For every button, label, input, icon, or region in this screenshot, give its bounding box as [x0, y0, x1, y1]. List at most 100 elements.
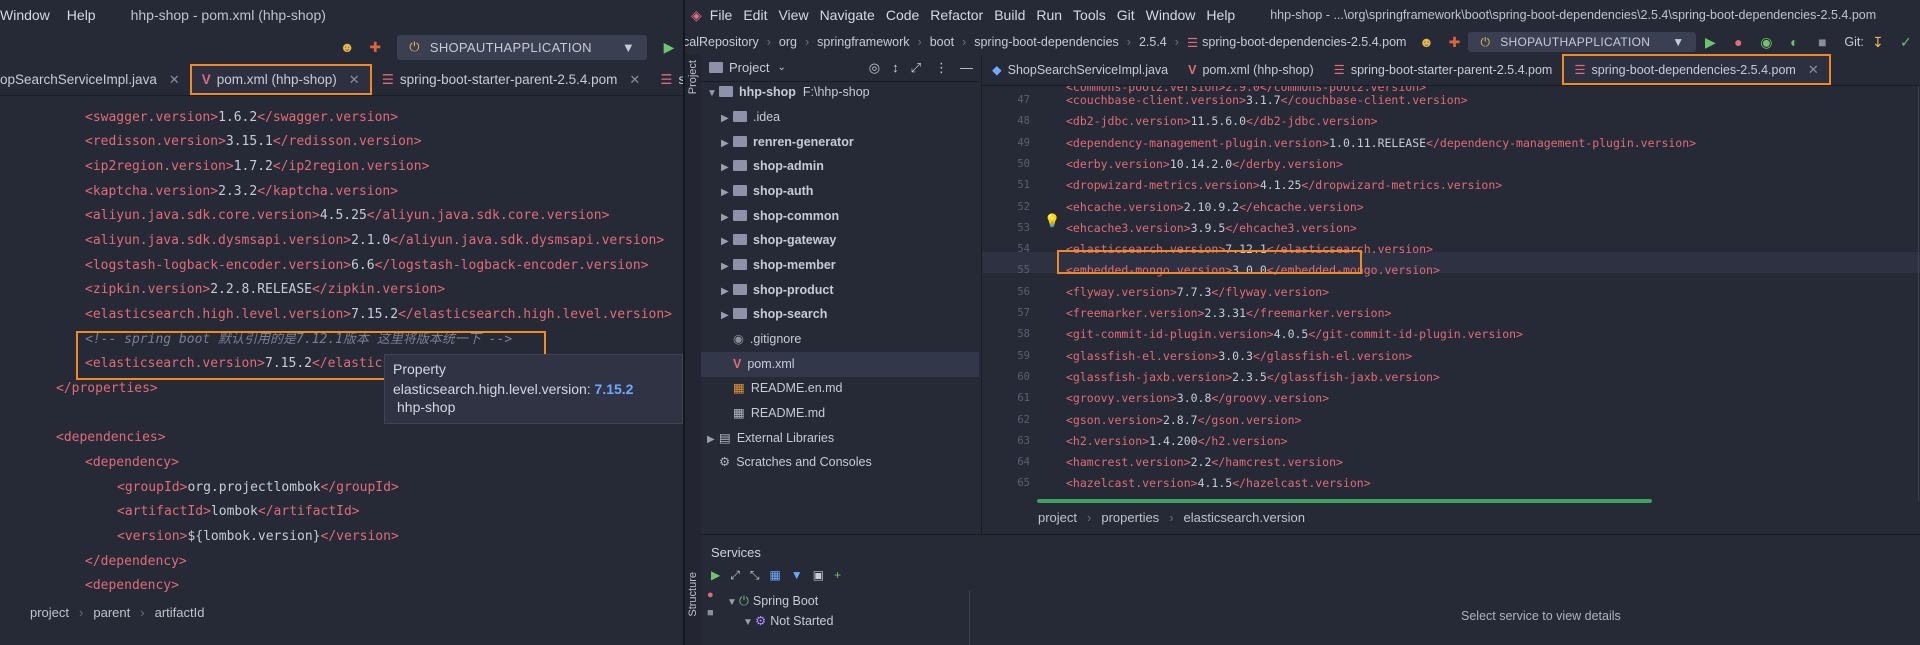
project-panel-title[interactable]: Project: [729, 60, 769, 75]
menu-window[interactable]: Window: [0, 7, 50, 23]
tab-pom-xml[interactable]: V pom.xml (hhp-shop) ✕: [189, 64, 372, 95]
menu-file[interactable]: File: [710, 7, 733, 23]
tab-starter-parent[interactable]: ☰ spring-boot-starter-parent-2.5.4.pom: [1324, 54, 1563, 85]
nav-item[interactable]: spring-boot-dependencies: [974, 35, 1119, 49]
collapse-icon[interactable]: ⤢: [911, 60, 921, 76]
breadcrumb-item[interactable]: project: [30, 605, 69, 620]
tree-item[interactable]: ▶ shop-admin: [721, 154, 824, 179]
git-update-icon[interactable]: ↧: [1870, 34, 1886, 50]
close-icon[interactable]: ✕: [629, 72, 640, 88]
tab-search-service-impl[interactable]: opSearchServiceImpl.java ✕: [0, 64, 190, 95]
breadcrumb-item[interactable]: parent: [93, 605, 130, 620]
code-line: <flyway.version>7.7.3</flyway.version>: [1066, 284, 1330, 299]
menu-code[interactable]: Code: [886, 7, 919, 23]
menu-view[interactable]: View: [778, 7, 808, 23]
tab-dependencies-cut[interactable]: ☰ spri: [650, 64, 683, 95]
tree-item[interactable]: ▶ shop-member: [721, 253, 836, 278]
menu-help[interactable]: Help: [67, 7, 96, 23]
collapse-all-icon[interactable]: ⤡: [750, 568, 760, 583]
hammer-icon[interactable]: ✚: [367, 39, 383, 55]
tree-item[interactable]: ▶ shop-auth: [721, 179, 813, 204]
git-commit-icon[interactable]: ✓: [1898, 34, 1914, 50]
breadcrumb-item[interactable]: project: [1038, 510, 1077, 525]
nav-item[interactable]: calRepository: [685, 35, 759, 49]
expand-icon[interactable]: ↕: [892, 60, 899, 75]
debug-icon[interactable]: ●: [707, 589, 714, 601]
tree-file-selected[interactable]: Vpom.xml: [701, 352, 979, 377]
minimize-icon[interactable]: —: [960, 60, 973, 75]
chevron-down-icon[interactable]: ⌄: [777, 62, 785, 73]
menu-git[interactable]: Git: [1117, 7, 1135, 23]
menu-edit[interactable]: Edit: [743, 7, 767, 23]
tree-not-started[interactable]: ▼ ⚙ Not Started: [725, 611, 969, 631]
tab-starter-parent[interactable]: ☰ spring-boot-starter-parent-2.5.4.pom ✕: [372, 64, 651, 95]
tree-item[interactable]: ▶ shop-common: [721, 204, 839, 229]
close-icon[interactable]: ✕: [169, 72, 180, 88]
tab-spring-boot-dependencies[interactable]: ☰ spring-boot-dependencies-2.5.4.pom ✕: [1562, 54, 1831, 85]
filter-icon[interactable]: ▼: [791, 568, 803, 583]
tree-spring-boot[interactable]: ▼ ⏻ Spring Boot: [725, 591, 969, 611]
tree-item[interactable]: ▶ shop-product: [721, 278, 834, 303]
expand-all-icon[interactable]: ⤢: [730, 568, 740, 583]
group-icon[interactable]: ▦: [769, 568, 780, 583]
right-navbar: calRepository › org › springframework › boo…: [685, 30, 1920, 54]
horizontal-scrollbar[interactable]: [1037, 499, 1652, 503]
nav-item[interactable]: boot: [930, 35, 954, 49]
tab-pom-xml[interactable]: Vpom.xml (hhp-shop): [1178, 54, 1324, 85]
project-tool-tab[interactable]: Project: [687, 60, 699, 94]
hammer-icon[interactable]: ✚: [1446, 34, 1462, 50]
breadcrumb-item[interactable]: artifactId: [155, 605, 205, 620]
new-tab-icon[interactable]: ▣: [813, 568, 824, 583]
tree-file[interactable]: ◉ .gitignore: [733, 327, 801, 352]
menu-run[interactable]: Run: [1036, 7, 1062, 23]
more-icon[interactable]: ⋮: [935, 60, 948, 76]
menu-navigate[interactable]: Navigate: [820, 7, 875, 23]
nav-item[interactable]: spring-boot-dependencies-2.5.4.pom: [1202, 35, 1406, 49]
menu-help[interactable]: Help: [1206, 7, 1235, 23]
close-icon[interactable]: ✕: [349, 72, 360, 88]
tree-file[interactable]: ▦ README.md: [733, 401, 825, 426]
nav-item[interactable]: 2.5.4: [1139, 35, 1167, 49]
run-icon[interactable]: ▶: [661, 39, 677, 55]
stop-icon[interactable]: ■: [1814, 34, 1830, 50]
line-number: 50: [1017, 157, 1030, 170]
tree-file[interactable]: ▦ README.en.md: [733, 376, 843, 401]
menu-window[interactable]: Window: [1146, 7, 1196, 23]
menu-build[interactable]: Build: [994, 7, 1025, 23]
code-line: <dropwizard-metrics.version>4.1.25</drop…: [1066, 178, 1503, 193]
tree-scratches[interactable]: ⚙ Scratches and Consoles: [719, 450, 872, 475]
close-icon[interactable]: ✕: [1808, 62, 1819, 78]
lightbulb-icon[interactable]: 💡: [1044, 214, 1060, 229]
run-icon[interactable]: ▶: [1702, 34, 1718, 50]
run-config-selector[interactable]: ⏻ SHOPAUTHAPPLICATION ▼: [1468, 32, 1697, 52]
tree-item[interactable]: ▶ .idea: [721, 105, 780, 130]
tree-item[interactable]: ▶ shop-gateway: [721, 228, 836, 253]
breadcrumb-item[interactable]: properties: [1101, 510, 1159, 525]
stop-icon[interactable]: ■: [707, 607, 714, 619]
run-icon[interactable]: ▶: [711, 568, 720, 583]
profile-icon[interactable]: ◐: [1786, 34, 1802, 50]
nav-item[interactable]: org: [779, 35, 797, 49]
users-icon[interactable]: ☻: [339, 39, 355, 55]
highlight-box: [1057, 250, 1362, 274]
tree-external-libraries[interactable]: ▶ ▤ External Libraries: [707, 426, 834, 451]
line-number: 52: [1017, 200, 1030, 213]
nav-item[interactable]: springframework: [817, 35, 909, 49]
debug-icon[interactable]: ●: [1730, 34, 1746, 50]
tree-item[interactable]: ▶ renren-generator: [721, 130, 854, 155]
menu-refactor[interactable]: Refactor: [930, 7, 983, 23]
structure-tool-tab[interactable]: Structure: [687, 572, 699, 617]
target-icon[interactable]: ◎: [869, 60, 880, 76]
tree-item[interactable]: ▶ shop-search: [721, 302, 827, 327]
tree-root[interactable]: ▼ hhp-shop F:\hhp-shop: [707, 80, 870, 105]
coverage-icon[interactable]: ◉: [1758, 34, 1774, 50]
tab-search-service-impl[interactable]: ◆ ShopSearchServiceImpl.java: [982, 54, 1178, 85]
breadcrumb-item[interactable]: elasticsearch.version: [1184, 510, 1305, 525]
users-icon[interactable]: ☻: [1418, 34, 1434, 50]
run-config-selector[interactable]: ⏻ SHOPAUTHAPPLICATION ▼: [397, 34, 647, 60]
left-code-editor[interactable]: <swagger.version>1.6.2</swagger.version>…: [0, 96, 683, 611]
right-code-editor[interactable]: <commons-pool2.version>2.9.0</commons-po…: [982, 86, 1920, 506]
right-menubar: ◈ File Edit View Navigate Code Refactor …: [685, 0, 1920, 30]
menu-tools[interactable]: Tools: [1073, 7, 1106, 23]
add-icon[interactable]: +: [834, 568, 841, 583]
